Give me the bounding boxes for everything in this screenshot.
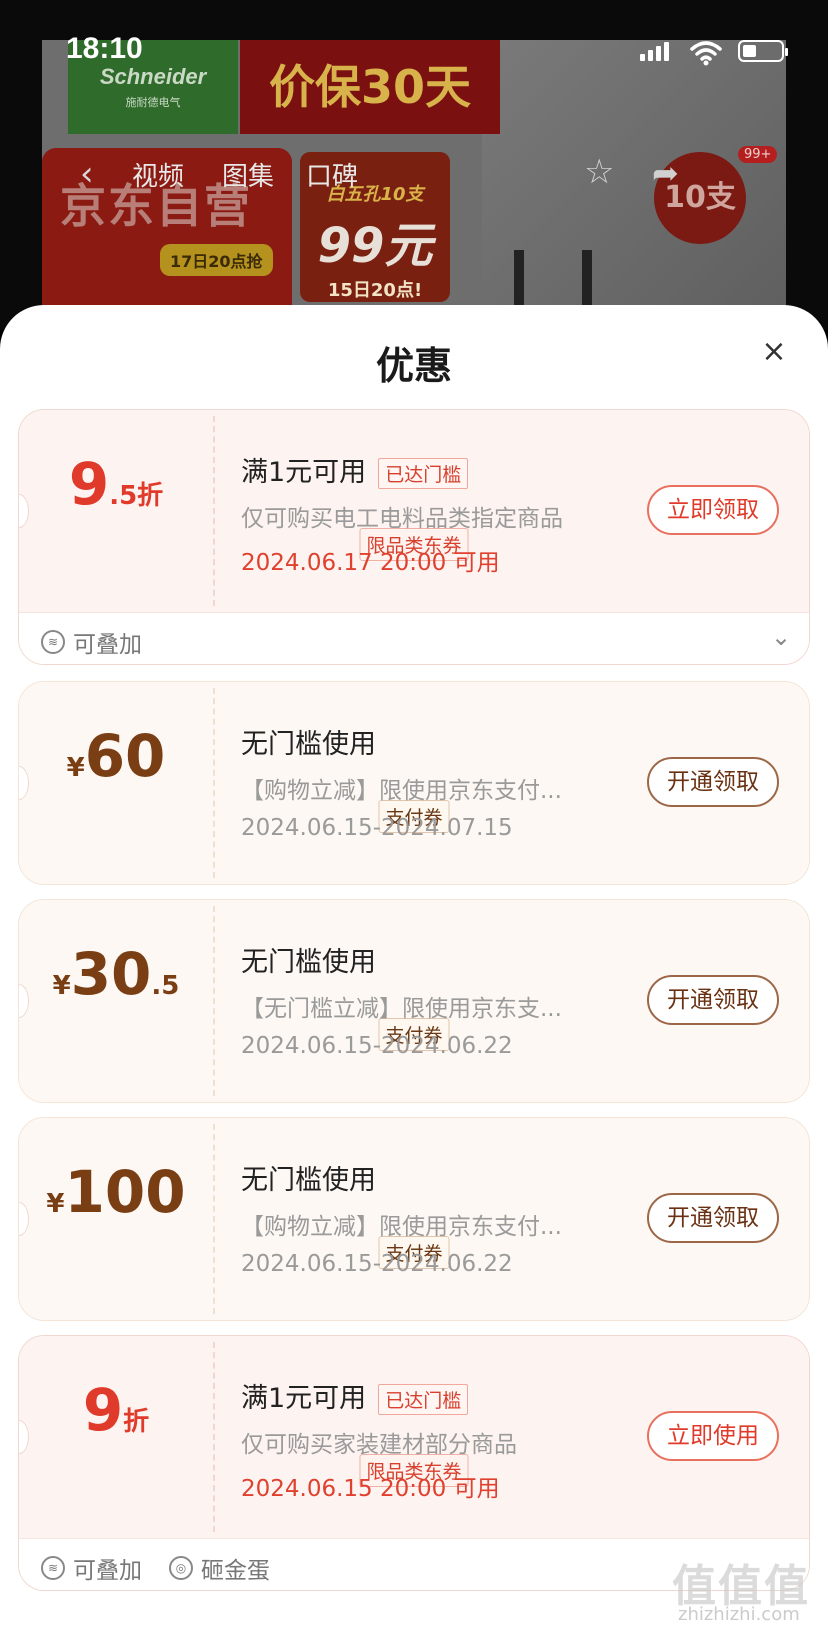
coupon-title: 无门槛使用 (241, 1165, 376, 1196)
stackable-tag: ≋ 可叠加 (41, 625, 142, 659)
tab-gallery[interactable]: 图集 (222, 156, 274, 193)
tab-reviews[interactable]: 口碑 (306, 156, 358, 193)
amount-main: 60 (84, 722, 166, 790)
tab-video[interactable]: 视频 (132, 156, 184, 193)
coupon-amount: ¥30.5 (19, 940, 213, 1008)
coupon-date: 2024.06.15-2024.06.22 (241, 1251, 513, 1277)
cellular-signal-icon (640, 42, 669, 61)
close-icon[interactable]: × (755, 327, 793, 377)
use-now-button[interactable]: 立即使用 (647, 1411, 779, 1461)
coupon-desc: 【购物立减】限使用京东支付... (241, 1214, 562, 1240)
amount-main: 100 (64, 1158, 186, 1226)
golden-egg-label: 砸金蛋 (201, 1558, 270, 1584)
brand-sub: 施耐德电气 (125, 96, 181, 109)
coupon-sheet: 优惠 × 9.5折 限品类东券 满1元可用 已达门槛 仅可购买电工电料品类指定商品… (0, 305, 828, 1648)
golden-egg-tag: ◎ 砸金蛋 (169, 1551, 270, 1585)
threshold-reached-badge: 已达门槛 (378, 458, 469, 489)
coupon-card: ¥60 支付券 无门槛使用 【购物立减】限使用京东支付... 2024.06.1… (18, 681, 810, 885)
socket-hole (582, 250, 592, 310)
coupon-footer: ≋ 可叠加 ⌄ (19, 612, 809, 664)
sheet-title: 优惠 (375, 344, 452, 388)
coupon-date: 2024.06.15 20:00 可用 (241, 1476, 500, 1502)
status-bar: 18:10 (0, 0, 828, 66)
product-nav-bar: ‹ 视频 图集 口碑 ☆ ➦ 99+ (0, 146, 828, 200)
watermark-url: zhizhizhi.com (678, 1604, 800, 1625)
coupon-date: 2024.06.17 20:00 可用 (241, 550, 500, 576)
coupon-title: 满1元可用 (241, 1383, 367, 1414)
cart-count-badge: 99+ (738, 146, 778, 163)
coupon-amount: 9.5折 (19, 450, 213, 518)
amount-main: 9 (82, 1376, 124, 1444)
coupon-desc: 【购物立减】限使用京东支付... (241, 778, 562, 804)
stackable-label: 可叠加 (73, 1558, 142, 1584)
threshold-reached-badge: 已达门槛 (378, 1384, 469, 1415)
activate-claim-button[interactable]: 开通领取 (647, 975, 779, 1025)
coupon-desc: 仅可购买电工电料品类指定商品 (241, 506, 563, 532)
coupon-amount: ¥100 (19, 1158, 213, 1226)
product-page-background: Schneider 施耐德电气 价保30天 京东自营 17日20点抢 白五孔10… (0, 0, 828, 330)
coupon-title: 无门槛使用 (241, 729, 376, 760)
coupon-title: 无门槛使用 (241, 947, 376, 978)
status-time: 18:10 (66, 32, 143, 65)
stackable-tag: ≋ 可叠加 (41, 1551, 142, 1585)
coupon-date: 2024.06.15-2024.07.15 (241, 815, 513, 841)
claim-button[interactable]: 立即领取 (647, 485, 779, 535)
favorite-star-icon[interactable]: ☆ (584, 152, 614, 192)
stack-icon: ≋ (41, 1556, 65, 1580)
coupon-amount: 9折 (19, 1376, 213, 1444)
chevron-down-icon[interactable]: ⌄ (771, 623, 791, 651)
amount-sub: .5 (151, 971, 180, 1001)
currency-symbol: ¥ (46, 1189, 65, 1219)
amount-sub: .5折 (109, 481, 164, 511)
promo-line3: 15日20点! (327, 280, 423, 301)
amount-main: 30 (70, 940, 152, 1008)
coupon-card: ¥100 支付券 无门槛使用 【购物立减】限使用京东支付... 2024.06.… (18, 1117, 810, 1321)
coupon-card: 9.5折 限品类东券 满1元可用 已达门槛 仅可购买电工电料品类指定商品 2024… (18, 409, 810, 665)
currency-symbol: ¥ (52, 971, 71, 1001)
share-icon[interactable]: ➦ (652, 154, 679, 192)
coupon-desc: 【无门槛立减】限使用京东支... (241, 996, 562, 1022)
amount-sub: 折 (123, 1407, 150, 1437)
activate-claim-button[interactable]: 开通领取 (647, 1193, 779, 1243)
coupon-desc: 仅可购买家装建材部分商品 (241, 1432, 517, 1458)
stack-icon: ≋ (41, 630, 65, 654)
amount-main: 9 (68, 450, 110, 518)
jd-pill: 17日20点抢 (160, 244, 273, 276)
activate-claim-button[interactable]: 开通领取 (647, 757, 779, 807)
wifi-icon (690, 41, 722, 66)
golden-egg-icon: ◎ (169, 1556, 193, 1580)
currency-symbol: ¥ (66, 753, 85, 783)
coupon-date: 2024.06.15-2024.06.22 (241, 1033, 513, 1059)
coupon-card: ¥30.5 支付券 无门槛使用 【无门槛立减】限使用京东支... 2024.06… (18, 899, 810, 1103)
socket-hole (514, 250, 524, 310)
stackable-label: 可叠加 (73, 632, 142, 658)
promo-price: 99元 (317, 218, 433, 274)
coupon-title: 满1元可用 (241, 457, 367, 488)
back-icon[interactable]: ‹ (80, 154, 94, 194)
battery-icon (738, 40, 788, 62)
coupon-amount: ¥60 (19, 722, 213, 790)
